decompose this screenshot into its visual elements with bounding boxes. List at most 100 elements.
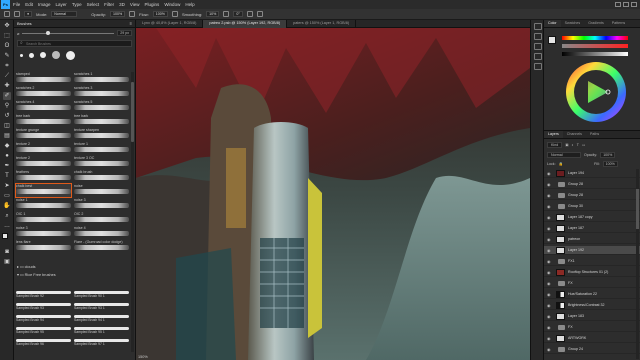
menu-edit[interactable]: Edit [25, 2, 33, 7]
brush-item[interactable]: noise 3 [16, 226, 71, 239]
sampled-brush-item[interactable]: Sampled Brush 95 [16, 326, 71, 338]
layer-row[interactable]: ◉ Group 24 [544, 345, 640, 354]
menu-help[interactable]: Help [185, 2, 194, 7]
visibility-eye-icon[interactable]: ◉ [547, 292, 552, 297]
sampled-brush-item[interactable]: Sampled Brush 94 [16, 314, 71, 326]
doc-tab-1[interactable]: Lynx @ 40,8% (Layer 1, RGB/8) [136, 20, 204, 28]
layer-row[interactable]: ◉ FX1 [544, 257, 640, 266]
tab-color[interactable]: Color [544, 20, 561, 27]
brush-size-picker[interactable]: ● [24, 11, 33, 17]
visibility-eye-icon[interactable]: ◉ [547, 171, 552, 176]
menu-3d[interactable]: 3D [119, 2, 125, 7]
doc-tab-2[interactable]: patreo 2.psb @ 150% (Layer 192, RGB/8) [203, 20, 288, 28]
healing-tool-icon[interactable]: ✚ [3, 82, 11, 90]
brush-item[interactable]: scratches 2 [16, 86, 71, 99]
gradient-tool-icon[interactable]: ▤ [3, 132, 11, 140]
sampled-brush-item[interactable]: Sampled Brush 92 [16, 290, 71, 302]
menu-select[interactable]: Select [87, 2, 100, 7]
color-swatches[interactable] [2, 233, 11, 242]
brush-item[interactable]: texture grunge [16, 128, 71, 141]
history-brush-tool-icon[interactable]: ↺ [3, 112, 11, 120]
dodge-tool-icon[interactable]: ● [3, 152, 11, 160]
type-tool-icon[interactable]: T [3, 172, 11, 180]
brush-item[interactable]: scratches 1 [74, 72, 129, 85]
brush-item[interactable]: noise [74, 184, 129, 197]
marquee-tool-icon[interactable]: ⬚ [3, 32, 11, 40]
tab-patterns[interactable]: Patterns [608, 20, 629, 27]
tab-swatches[interactable]: Swatches [561, 20, 585, 27]
visibility-eye-icon[interactable]: ◉ [547, 336, 552, 341]
visibility-eye-icon[interactable]: ◉ [547, 215, 552, 220]
recent-brush-2[interactable] [29, 52, 34, 58]
pressure-opacity-icon[interactable] [129, 11, 136, 17]
blur-tool-icon[interactable]: ◆ [3, 142, 11, 150]
brush-item[interactable]: tree bark [16, 114, 71, 127]
layer-row[interactable]: ◉ Group 28 [544, 191, 640, 200]
brightness-slider[interactable] [562, 52, 628, 56]
visibility-eye-icon[interactable]: ◉ [547, 303, 552, 308]
brush-item[interactable]: texture 1 [74, 142, 129, 155]
zoom-tool-icon[interactable]: ⌕ [3, 212, 11, 220]
sampled-brush-item[interactable]: Sampled Brush 93 1 [74, 302, 129, 314]
menu-view[interactable]: View [130, 2, 140, 7]
menu-type[interactable]: Type [72, 2, 82, 7]
airbrush-icon[interactable] [171, 11, 178, 17]
visibility-eye-icon[interactable]: ◉ [547, 226, 552, 231]
tab-layers[interactable]: Layers [544, 131, 563, 138]
sampled-brush-item[interactable]: Sampled Brush 90 1 [74, 290, 129, 302]
libraries-icon[interactable] [534, 53, 542, 60]
brush-item[interactable]: scratches 5 [74, 100, 129, 113]
visibility-eye-icon[interactable]: ◉ [547, 347, 552, 352]
saturation-slider[interactable] [562, 44, 628, 48]
brush-item[interactable]: noise 3 [74, 198, 129, 211]
visibility-eye-icon[interactable]: ◉ [547, 314, 552, 319]
brush-item[interactable]: Flare - (Gumroad color dodge) [74, 240, 129, 253]
foreground-color-swatch[interactable] [2, 233, 8, 239]
layer-opacity-input[interactable]: 100% [600, 152, 616, 158]
layer-row[interactable]: ◉ Brightness/Contrast 32 [544, 301, 640, 310]
sampled-brush-item[interactable]: Sampled Brush 93 [16, 302, 71, 314]
layer-fill-input[interactable]: 100% [602, 161, 618, 167]
filter-type-icon[interactable]: T [577, 143, 579, 147]
brush-item[interactable]: tree bark [74, 114, 129, 127]
character-icon[interactable] [534, 63, 542, 70]
brush-item[interactable]: texture sharpen [74, 128, 129, 141]
brushes-scrollbar[interactable] [131, 72, 134, 352]
history-icon[interactable] [534, 23, 542, 30]
clone-stamp-tool-icon[interactable]: ⚲ [3, 102, 11, 110]
layer-row[interactable]: ◉ Rooftop Structures 01 (2) [544, 268, 640, 277]
layer-row[interactable]: ◉ FX [544, 279, 640, 288]
filter-pixel-icon[interactable]: ▣ [565, 143, 568, 147]
folder-rice-free-brushes[interactable]: ▾ ▭ Rice Free brushes [17, 272, 127, 278]
quick-mask-icon[interactable]: ◙ [3, 248, 11, 256]
layer-row[interactable]: ◉ Group 28 [544, 180, 640, 189]
layer-row[interactable]: ◉ Layer 187 [544, 224, 640, 233]
tab-channels[interactable]: Channels [563, 131, 586, 138]
visibility-eye-icon[interactable]: ◉ [547, 248, 552, 253]
visibility-eye-icon[interactable]: ◉ [547, 259, 552, 264]
recent-brush-1[interactable] [20, 53, 23, 57]
eraser-tool-icon[interactable]: ◫ [3, 122, 11, 130]
maximize-icon[interactable] [623, 2, 629, 7]
filter-shape-icon[interactable]: ▭ [582, 143, 585, 147]
properties-icon[interactable] [534, 33, 542, 40]
recent-brush-3[interactable] [40, 52, 46, 58]
visibility-eye-icon[interactable]: ◉ [547, 281, 552, 286]
recent-brush-5[interactable] [66, 50, 75, 60]
layer-row[interactable]: ◉ Hue/Saturation 22 [544, 290, 640, 299]
brush-item[interactable]: texture 2 [16, 156, 71, 169]
visibility-eye-icon[interactable]: ◉ [547, 325, 552, 330]
menu-filter[interactable]: Filter [104, 2, 114, 7]
layer-row[interactable]: ◉ FX [544, 323, 640, 332]
menu-plugins[interactable]: Plugins [145, 2, 160, 7]
recent-brush-4[interactable] [52, 51, 60, 59]
visibility-eye-icon[interactable]: ◉ [547, 193, 552, 198]
brush-item[interactable]: scratches 4 [16, 100, 71, 113]
angle-input[interactable]: 0° [233, 11, 243, 17]
sampled-brush-item[interactable]: Sampled Brush 94 1 [74, 314, 129, 326]
layer-row[interactable]: ◉ patreon [544, 235, 640, 244]
brush-item[interactable]: OIC 2 [74, 212, 129, 225]
shape-tool-icon[interactable]: ▭ [3, 192, 11, 200]
pressure-size-icon[interactable] [246, 11, 253, 17]
brush-item[interactable]: feathers [16, 170, 71, 183]
